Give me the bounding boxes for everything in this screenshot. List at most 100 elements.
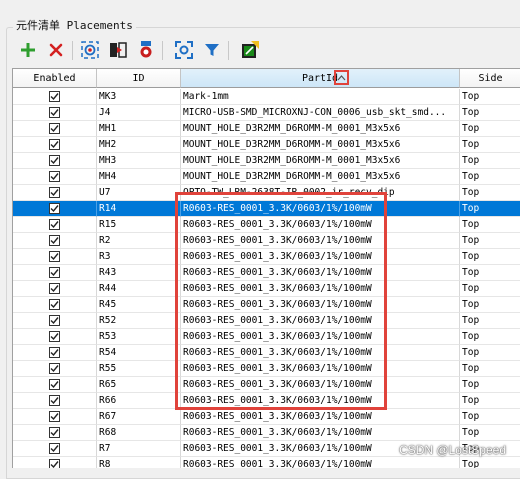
table-row[interactable]: R44 R0603-RES_0001_3.3K/0603/1%/100mW Top [13,281,520,297]
table-row[interactable]: R3 R0603-RES_0001_3.3K/0603/1%/100mW Top [13,249,520,265]
partid-cell: R0603-RES_0001_3.3K/0603/1%/100mW [181,457,460,468]
enabled-checkbox[interactable] [49,171,60,182]
toolbar-separator [162,41,163,60]
table-row[interactable]: R15 R0603-RES_0001_3.3K/0603/1%/100mW Top [13,217,520,233]
partid-cell: OPTO-TW_LRM-2638T-IR_0002_ir_recv_dip [181,185,460,201]
checkmark-icon [50,285,59,293]
enabled-checkbox[interactable] [49,91,60,102]
id-cell: R66 [97,393,181,409]
partid-cell: MOUNT_HOLE_D3R2MM_D6ROMM-M_0001_M3x5x6 [181,137,460,153]
column-header-partid[interactable]: PartId [181,69,460,88]
enabled-checkbox[interactable] [49,123,60,134]
column-header-id[interactable]: ID [97,69,181,88]
table-row[interactable]: R67 R0603-RES_0001_3.3K/0603/1%/100mW Top [13,409,520,425]
checkmark-icon [50,413,59,421]
focus-button[interactable] [172,38,196,62]
checkmark-icon [50,349,59,357]
table-row[interactable]: R2 R0603-RES_0001_3.3K/0603/1%/100mW Top [13,233,520,249]
enabled-checkbox[interactable] [49,443,60,454]
delete-button[interactable] [44,38,68,62]
checkmark-icon [50,173,59,181]
id-cell: R52 [97,313,181,329]
id-cell: MH1 [97,121,181,137]
table-row[interactable]: R52 R0603-RES_0001_3.3K/0603/1%/100mW Top [13,313,520,329]
checkmark-icon [50,429,59,437]
side-cell: Top [460,137,520,153]
side-cell: Top [460,393,520,409]
table-row[interactable]: MH3 MOUNT_HOLE_D3R2MM_D6ROMM-M_0001_M3x5x… [13,153,520,169]
column-header-side[interactable]: Side [460,69,520,88]
id-cell: MH3 [97,153,181,169]
side-cell: Top [460,89,520,105]
enabled-checkbox[interactable] [49,363,60,374]
table-row[interactable]: MK3 Mark-1mm Top [13,89,520,105]
enabled-checkbox[interactable] [49,411,60,422]
enabled-checkbox[interactable] [49,107,60,118]
partid-cell: R0603-RES_0001_3.3K/0603/1%/100mW [181,313,460,329]
enabled-checkbox[interactable] [49,187,60,198]
table-row[interactable]: R68 R0603-RES_0001_3.3K/0603/1%/100mW Top [13,425,520,441]
table-row[interactable]: MH4 MOUNT_HOLE_D3R2MM_D6ROMM-M_0001_M3x5x… [13,169,520,185]
enabled-checkbox[interactable] [49,267,60,278]
filter-button[interactable] [200,38,224,62]
side-cell: Top [460,169,520,185]
table-row[interactable]: R14 R0603-RES_0001_3.3K/0603/1%/100mW Top [13,201,520,217]
id-cell: MH2 [97,137,181,153]
partid-cell: R0603-RES_0001_3.3K/0603/1%/100mW [181,425,460,441]
enabled-cell [13,393,97,409]
enabled-checkbox[interactable] [49,299,60,310]
badge-button[interactable] [134,38,158,62]
table-row[interactable]: MH1 MOUNT_HOLE_D3R2MM_D6ROMM-M_0001_M3x5x… [13,121,520,137]
checkmark-icon [50,365,59,373]
enabled-checkbox[interactable] [49,331,60,342]
enabled-checkbox[interactable] [49,219,60,230]
enabled-checkbox[interactable] [49,347,60,358]
checkmark-icon [50,221,59,229]
table-row[interactable]: R8 R0603-RES_0001_3.3K/0603/1%/100mW Top [13,457,520,468]
enabled-checkbox[interactable] [49,379,60,390]
enabled-checkbox[interactable] [49,251,60,262]
column-header-enabled[interactable]: Enabled [13,69,97,88]
swap-button[interactable] [106,38,130,62]
side-cell: Top [460,121,520,137]
enabled-checkbox[interactable] [49,203,60,214]
partid-cell: R0603-RES_0001_3.3K/0603/1%/100mW [181,233,460,249]
table-row[interactable]: R54 R0603-RES_0001_3.3K/0603/1%/100mW Top [13,345,520,361]
side-cell: Top [460,281,520,297]
enabled-checkbox[interactable] [49,155,60,166]
enabled-checkbox[interactable] [49,315,60,326]
enabled-checkbox[interactable] [49,235,60,246]
table-row[interactable]: R45 R0603-RES_0001_3.3K/0603/1%/100mW Top [13,297,520,313]
table-row[interactable]: R53 R0603-RES_0001_3.3K/0603/1%/100mW Top [13,329,520,345]
enabled-cell [13,201,97,217]
checkmark-icon [50,93,59,101]
partid-cell: MICRO-USB-SMD_MICROXNJ-CON_0006_usb_skt_… [181,105,460,121]
checkmark-icon [50,157,59,165]
enabled-cell [13,281,97,297]
sort-ascending-icon[interactable] [334,70,349,85]
id-cell: R44 [97,281,181,297]
table-row[interactable]: R43 R0603-RES_0001_3.3K/0603/1%/100mW Top [13,265,520,281]
import-button[interactable] [238,38,262,62]
enabled-checkbox[interactable] [49,427,60,438]
plus-icon [21,43,35,57]
enabled-cell [13,121,97,137]
table-row[interactable]: J4 MICRO-USB-SMD_MICROXNJ-CON_0006_usb_sk… [13,105,520,121]
side-cell: Top [460,409,520,425]
table-row[interactable]: U7 OPTO-TW_LRM-2638T-IR_0002_ir_recv_dip T… [13,185,520,201]
table-row[interactable]: R55 R0603-RES_0001_3.3K/0603/1%/100mW Top [13,361,520,377]
side-cell: Top [460,185,520,201]
partid-cell: R0603-RES_0001_3.3K/0603/1%/100mW [181,249,460,265]
enabled-checkbox[interactable] [49,139,60,150]
table-row[interactable]: R66 R0603-RES_0001_3.3K/0603/1%/100mW Top [13,393,520,409]
enabled-checkbox[interactable] [49,283,60,294]
focus-icon [175,41,193,59]
enabled-cell [13,233,97,249]
locate-button[interactable] [78,38,102,62]
add-button[interactable] [16,38,40,62]
table-row[interactable]: MH2 MOUNT_HOLE_D3R2MM_D6ROMM-M_0001_M3x5x… [13,137,520,153]
enabled-checkbox[interactable] [49,395,60,406]
table-row[interactable]: R65 R0603-RES_0001_3.3K/0603/1%/100mW Top [13,377,520,393]
id-cell: R67 [97,409,181,425]
toolbar-separator [72,41,73,60]
